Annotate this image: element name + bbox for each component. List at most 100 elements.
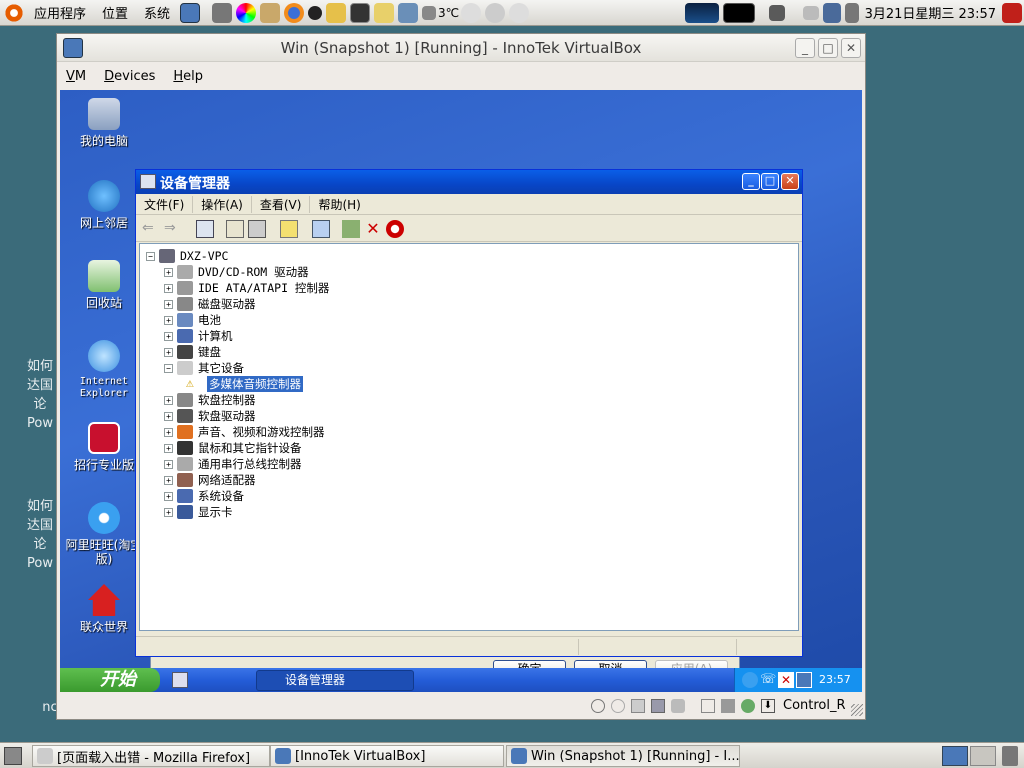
logout-icon[interactable]: [1002, 2, 1022, 23]
desktop-icon-cmb[interactable]: 招行专业版: [64, 422, 144, 472]
desktop-icon-ie[interactable]: Internet Explorer: [64, 340, 144, 400]
disable-device-icon[interactable]: [386, 220, 404, 238]
expand-icon[interactable]: +: [164, 443, 173, 453]
desktop-icon-network[interactable]: 网上邻居: [64, 180, 144, 230]
cpu-monitor-icon[interactable]: [722, 2, 755, 23]
firefox-icon[interactable]: [284, 2, 305, 23]
tray-monitor-icon[interactable]: [796, 672, 812, 688]
back-arrow-icon[interactable]: ⇐: [142, 220, 160, 238]
taskbar-button-device-manager[interactable]: 设备管理器: [256, 670, 414, 691]
guest-screen[interactable]: 我的电脑 网上邻居 回收站 Internet Explorer 招行专业版 阿里…: [60, 90, 862, 692]
show-desktop-icon[interactable]: [4, 747, 22, 765]
tree-category-item[interactable]: + DVD/CD-ROM 驱动器: [164, 264, 309, 280]
applications-menu[interactable]: 应用程序: [26, 3, 94, 22]
dm-maximize-button[interactable]: □: [761, 173, 779, 190]
volume-icon[interactable]: [844, 2, 859, 23]
mouse-integration-icon[interactable]: [741, 699, 755, 713]
host-key-capture-icon[interactable]: ⬇: [761, 699, 775, 713]
system-monitor-graph-icon[interactable]: [684, 2, 719, 23]
tree-category-item[interactable]: + 键盘: [164, 344, 221, 360]
dm-menu-action[interactable]: 操作(A): [193, 196, 252, 213]
tree-category-item[interactable]: + 磁盘驱动器: [164, 296, 256, 312]
tree-category-item[interactable]: + 网络适配器: [164, 472, 256, 488]
vbox-titlebar[interactable]: Win (Snapshot 1) [Running] - InnoTek Vir…: [57, 34, 865, 62]
tray-phone-icon[interactable]: ☏: [760, 672, 776, 688]
menu-help[interactable]: Help: [164, 69, 212, 84]
task-firefox[interactable]: [页面载入出错 - Mozilla Firefox]: [32, 745, 270, 767]
user-app-icon[interactable]: [326, 2, 347, 23]
console-tree-icon[interactable]: [196, 220, 214, 238]
workspace-1-icon[interactable]: [942, 746, 968, 766]
expand-icon[interactable]: +: [164, 491, 173, 501]
update-driver-icon[interactable]: [342, 220, 360, 238]
tree-category-item[interactable]: + 软盘驱动器: [164, 408, 256, 424]
expand-icon[interactable]: +: [164, 283, 173, 293]
minimize-button[interactable]: _: [795, 38, 815, 58]
task-vm-window[interactable]: Win (Snapshot 1) [Running] - I...: [506, 745, 740, 767]
scan-hardware-icon[interactable]: [312, 220, 330, 238]
start-button[interactable]: 开始: [60, 668, 160, 692]
resize-grip-icon[interactable]: [851, 704, 863, 716]
tree-category-item[interactable]: − 其它设备: [164, 360, 244, 376]
tree-device-item[interactable]: ⚠ 多媒体音频控制器: [186, 376, 303, 392]
tree-category-item[interactable]: + 声音、视频和游戏控制器: [164, 424, 325, 440]
desktop-icon-recycle-bin[interactable]: 回收站: [64, 260, 144, 310]
places-menu[interactable]: 位置: [94, 3, 136, 22]
quick-launch-icon[interactable]: [172, 672, 188, 688]
datetime[interactable]: 3月21日星期三 23:57: [865, 3, 996, 22]
ubuntu-logo-icon[interactable]: [4, 2, 24, 23]
trash-icon[interactable]: [1002, 746, 1018, 766]
properties-icon[interactable]: [226, 220, 244, 238]
dm-titlebar[interactable]: 设备管理器 _ □ ✕: [136, 170, 802, 194]
image-viewer-icon[interactable]: [398, 2, 419, 23]
tree-category-item[interactable]: + 电池: [164, 312, 221, 328]
tray-network-icon[interactable]: ✕: [778, 672, 794, 688]
network-adapter-icon[interactable]: [651, 699, 665, 713]
desktop-icon-my-computer[interactable]: 我的电脑: [64, 98, 144, 148]
record-icon[interactable]: [308, 5, 323, 20]
dm-menu-view[interactable]: 查看(V): [252, 196, 311, 213]
tree-category-item[interactable]: + 显示卡: [164, 504, 233, 520]
maximize-button[interactable]: □: [818, 38, 838, 58]
device-tree[interactable]: − DXZ-VPC + DVD/CD-ROM 驱动器 + IDE ATA/ATAPI 控制…: [139, 243, 799, 631]
workspace-icon[interactable]: [768, 4, 785, 21]
expand-icon[interactable]: +: [164, 411, 173, 421]
tree-category-item[interactable]: + 计算机: [164, 328, 233, 344]
tree-category-item[interactable]: + IDE ATA/ATAPI 控制器: [164, 280, 329, 296]
vrdp-icon[interactable]: [721, 699, 735, 713]
expand-icon[interactable]: +: [164, 315, 173, 325]
system-menu[interactable]: 系统: [136, 3, 178, 22]
menu-vm[interactable]: VM: [57, 69, 95, 84]
color-app-icon[interactable]: [236, 2, 257, 23]
bus-app-icon[interactable]: [374, 2, 395, 23]
cdrom-icon[interactable]: [611, 699, 625, 713]
expand-icon[interactable]: +: [164, 507, 173, 517]
tree-category-item[interactable]: + 通用串行总线控制器: [164, 456, 302, 472]
expand-icon[interactable]: +: [164, 299, 173, 309]
workspace-2-icon[interactable]: [970, 746, 996, 766]
task-virtualbox-manager[interactable]: [InnoTek VirtualBox]: [270, 745, 504, 767]
tray-app-icon-1[interactable]: [742, 672, 758, 688]
desktop-icon-lianzhong[interactable]: 联众世界: [64, 584, 144, 634]
floppy-icon[interactable]: [631, 699, 645, 713]
dm-minimize-button[interactable]: _: [742, 173, 760, 190]
help-icon[interactable]: [280, 220, 298, 238]
expand-icon[interactable]: +: [164, 331, 173, 341]
terminal-icon[interactable]: [350, 2, 371, 23]
mail-icon[interactable]: [260, 2, 281, 23]
menu-devices[interactable]: Devices: [95, 69, 164, 84]
expand-icon[interactable]: +: [164, 475, 173, 485]
forward-arrow-icon[interactable]: ⇒: [164, 220, 182, 238]
usb-icon[interactable]: [671, 699, 685, 713]
dm-menu-file[interactable]: 文件(F): [136, 196, 194, 213]
monitor-app-icon[interactable]: [180, 2, 201, 23]
expand-icon[interactable]: +: [164, 267, 173, 277]
expand-icon[interactable]: +: [164, 395, 173, 405]
tree-category-item[interactable]: + 软盘控制器: [164, 392, 256, 408]
dm-close-button[interactable]: ✕: [781, 173, 799, 190]
print-icon[interactable]: [248, 220, 266, 238]
tray-clock[interactable]: 23:57: [819, 673, 851, 686]
expand-icon[interactable]: +: [164, 427, 173, 437]
expand-icon[interactable]: +: [164, 459, 173, 469]
shared-folder-icon[interactable]: [701, 699, 715, 713]
